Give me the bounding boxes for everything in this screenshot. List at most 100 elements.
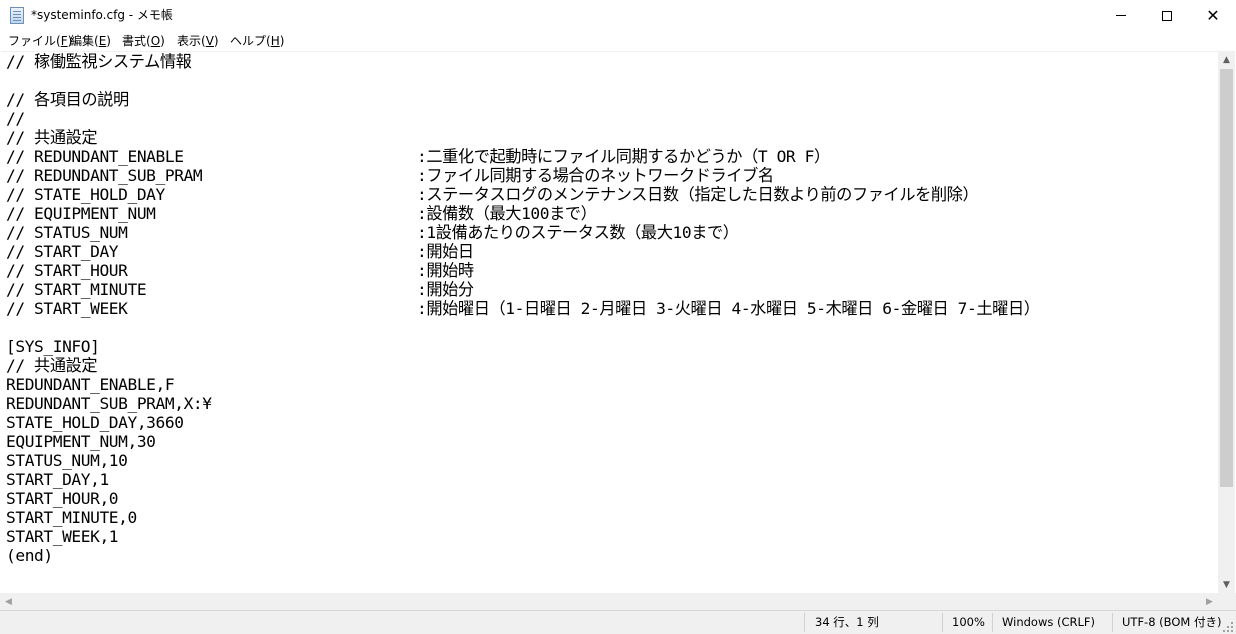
editor-line-description: :ファイル同期する場合のネットワークドライブ名 [417, 166, 774, 185]
menu-file[interactable]: ファイル(F) [8, 33, 72, 49]
menu-help[interactable]: ヘルプ(H) [230, 33, 284, 49]
scroll-up-button[interactable]: ▲ [1218, 51, 1235, 68]
editor-line[interactable]: // REDUNDANT_ENABLE :二重化で起動時にファイル同期するかどうか… [6, 147, 830, 166]
editor-line[interactable]: [SYS_INFO] [6, 337, 212, 356]
vertical-scroll-thumb[interactable] [1220, 69, 1233, 487]
arrow-up-icon: ▲ [1223, 54, 1230, 65]
editor-line-text: // 共通設定 [6, 356, 98, 375]
maximize-icon [1162, 10, 1172, 21]
vertical-scrollbar[interactable]: ▲ ▼ [1218, 51, 1235, 593]
editor-line-text: // START_HOUR [6, 261, 128, 280]
status-divider [942, 613, 943, 632]
text-editor[interactable]: // 稼働監視システム情報// 各項目の説明//// 共通設定// REDUND… [1, 51, 1218, 593]
minimize-icon [1116, 15, 1126, 16]
editor-line[interactable] [6, 71, 212, 90]
editor-line[interactable]: (end) [6, 546, 212, 565]
editor-line[interactable]: // EQUIPMENT_NUM :設備数（最大100まで） [6, 204, 597, 223]
editor-line[interactable]: // STATUS_NUM :1設備あたりのステータス数（最大10まで） [6, 223, 739, 242]
editor-line-text: START_WEEK,1 [6, 527, 119, 546]
status-zoom: 100% [952, 615, 985, 629]
editor-line[interactable] [6, 318, 212, 337]
horizontal-scrollbar[interactable]: ◀ ▶ [0, 593, 1218, 610]
scroll-down-button[interactable]: ▼ [1218, 576, 1235, 593]
editor-line-text: // REDUNDANT_SUB_PRAM [6, 166, 203, 185]
editor-line[interactable]: REDUNDANT_SUB_PRAM,X:¥ [6, 394, 212, 413]
editor-line[interactable]: // REDUNDANT_SUB_PRAM :ファイル同期する場合のネットワークド… [6, 166, 774, 185]
editor-line-text: START_MINUTE,0 [6, 508, 137, 527]
editor-line-text: START_DAY,1 [6, 470, 109, 489]
editor-line[interactable]: // 各項目の説明 [6, 90, 212, 109]
editor-line[interactable]: EQUIPMENT_NUM,30 [6, 432, 212, 451]
status-line-ending: Windows (CRLF) [1002, 615, 1096, 629]
arrow-left-icon: ◀ [5, 596, 12, 607]
editor-line-description: :開始曜日（1-日曜日 2-月曜日 3-火曜日 4-水曜日 5-木曜日 6-金曜… [417, 299, 1040, 318]
editor-line[interactable]: REDUNDANT_ENABLE,F [6, 375, 212, 394]
window-title: *systeminfo.cfg - メモ帳 [31, 8, 173, 22]
editor-line-text: // START_WEEK [6, 299, 128, 318]
maximize-button[interactable] [1144, 0, 1190, 31]
editor-line-text: STATUS_NUM,10 [6, 451, 128, 470]
editor-line-text: [SYS_INFO] [6, 337, 100, 356]
editor-line[interactable]: // START_WEEK :開始曜日（1-日曜日 2-月曜日 3-火曜日 4-水… [6, 299, 1040, 318]
editor-line[interactable]: STATUS_NUM,10 [6, 451, 212, 470]
editor-line[interactable]: STATE_HOLD_DAY,3660 [6, 413, 212, 432]
editor-line-text: // 共通設定 [6, 128, 98, 147]
notepad-icon [10, 7, 24, 24]
editor-line-description: :二重化で起動時にファイル同期するかどうか（T OR F） [417, 147, 830, 166]
minimize-button[interactable] [1098, 0, 1144, 31]
scroll-right-button[interactable]: ▶ [1201, 593, 1218, 610]
editor-line[interactable]: // START_HOUR :開始時 [6, 261, 474, 280]
editor-line-description: :開始日 [417, 242, 474, 261]
editor-line-text: START_HOUR,0 [6, 489, 119, 508]
editor-line-description: :ステータスログのメンテナンス日数（指定した日数より前のファイルを削除） [417, 185, 979, 204]
editor-line-text: // START_DAY [6, 242, 119, 261]
editor-line[interactable]: START_DAY,1 [6, 470, 212, 489]
editor-line-text: // STATE_HOLD_DAY [6, 185, 165, 204]
status-divider [804, 613, 805, 632]
arrow-right-icon: ▶ [1206, 596, 1213, 607]
editor-line-description: :設備数（最大100まで） [417, 204, 597, 223]
editor-line-text: REDUNDANT_ENABLE,F [6, 375, 175, 394]
editor-content[interactable]: // 稼働監視システム情報// 各項目の説明//// 共通設定// REDUND… [6, 52, 1040, 565]
status-divider [992, 613, 993, 632]
menu-view[interactable]: 表示(V) [177, 33, 219, 49]
close-icon: ✕ [1206, 6, 1220, 25]
menu-edit[interactable]: 編集(E) [70, 33, 111, 49]
editor-line[interactable]: // 共通設定 [6, 128, 212, 147]
editor-line-text: // REDUNDANT_ENABLE [6, 147, 184, 166]
editor-line[interactable]: // STATE_HOLD_DAY :ステータスログのメンテナンス日数（指定した日… [6, 185, 979, 204]
status-encoding: UTF-8 (BOM 付き) [1122, 615, 1222, 629]
editor-line-text: (end) [6, 546, 53, 565]
title-bar[interactable]: *systeminfo.cfg - メモ帳 ✕ [0, 0, 1236, 31]
menu-format[interactable]: 書式(O) [122, 33, 165, 49]
close-button[interactable]: ✕ [1190, 0, 1236, 31]
editor-line[interactable]: // [6, 109, 212, 128]
editor-line[interactable]: // START_MINUTE :開始分 [6, 280, 474, 299]
status-cursor-position: 34 行、1 列 [815, 615, 879, 629]
editor-line[interactable]: START_HOUR,0 [6, 489, 212, 508]
editor-line[interactable]: // 共通設定 [6, 356, 212, 375]
editor-line-text: // STATUS_NUM [6, 223, 128, 242]
editor-line-text: REDUNDANT_SUB_PRAM,X:¥ [6, 394, 212, 413]
editor-line-text: // EQUIPMENT_NUM [6, 204, 156, 223]
menu-bar: ファイル(F) 編集(E) 書式(O) 表示(V) ヘルプ(H) [0, 31, 1236, 51]
editor-line[interactable]: START_WEEK,1 [6, 527, 212, 546]
editor-line-text: STATE_HOLD_DAY,3660 [6, 413, 184, 432]
status-divider [1112, 613, 1113, 632]
editor-line[interactable]: // 稼働監視システム情報 [6, 52, 212, 71]
editor-line[interactable]: // START_DAY :開始日 [6, 242, 474, 261]
editor-line-description: :開始時 [417, 261, 474, 280]
editor-line-text: // 各項目の説明 [6, 90, 129, 109]
editor-line[interactable]: START_MINUTE,0 [6, 508, 212, 527]
editor-line-text: // [6, 109, 25, 128]
scroll-left-button[interactable]: ◀ [0, 593, 17, 610]
editor-line-text: EQUIPMENT_NUM,30 [6, 432, 156, 451]
editor-line-description: :1設備あたりのステータス数（最大10まで） [417, 223, 739, 242]
scrollbar-corner [1218, 593, 1236, 610]
arrow-down-icon: ▼ [1223, 579, 1230, 590]
editor-line-text: // START_MINUTE [6, 280, 147, 299]
status-bar: 34 行、1 列 100% Windows (CRLF) UTF-8 (BOM … [0, 610, 1236, 634]
editor-line-description: :開始分 [417, 280, 474, 299]
resize-grip-icon[interactable] [1222, 621, 1234, 633]
editor-line-text: // 稼働監視システム情報 [6, 52, 192, 71]
